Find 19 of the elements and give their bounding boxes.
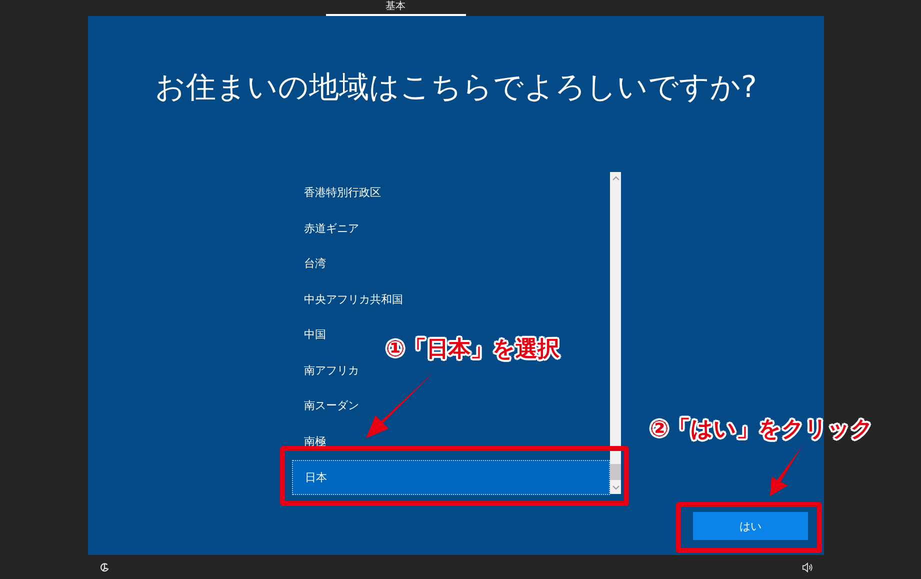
yes-button[interactable]: はい xyxy=(693,512,808,540)
speaker-icon[interactable] xyxy=(802,562,813,572)
country-item[interactable]: 台湾 xyxy=(292,246,330,282)
scroll-up-icon[interactable] xyxy=(612,176,620,181)
callout-text: ①「日本」を選択 xyxy=(386,336,560,364)
country-item[interactable]: 南スーダン xyxy=(292,388,363,424)
country-item[interactable]: 中央アフリカ共和国 xyxy=(292,282,407,317)
scroll-thumb[interactable] xyxy=(610,464,621,480)
country-item[interactable]: 南アフリカ xyxy=(292,352,363,388)
page-title: お住まいの地域はこちらでよろしいですか? xyxy=(154,69,758,107)
country-item[interactable]: 日本 xyxy=(292,460,610,495)
country-item[interactable]: 南極 xyxy=(292,424,330,459)
country-item[interactable]: 中国 xyxy=(292,317,330,352)
callout-text: ②「はい」をクリック xyxy=(650,416,874,444)
country-item[interactable]: 赤道ギニア xyxy=(292,210,363,246)
country-item[interactable]: 香港特別行政区 xyxy=(292,175,385,210)
scroll-down-icon[interactable] xyxy=(612,485,620,490)
scrollbar[interactable] xyxy=(610,172,621,494)
accessibility-icon[interactable] xyxy=(99,562,110,572)
